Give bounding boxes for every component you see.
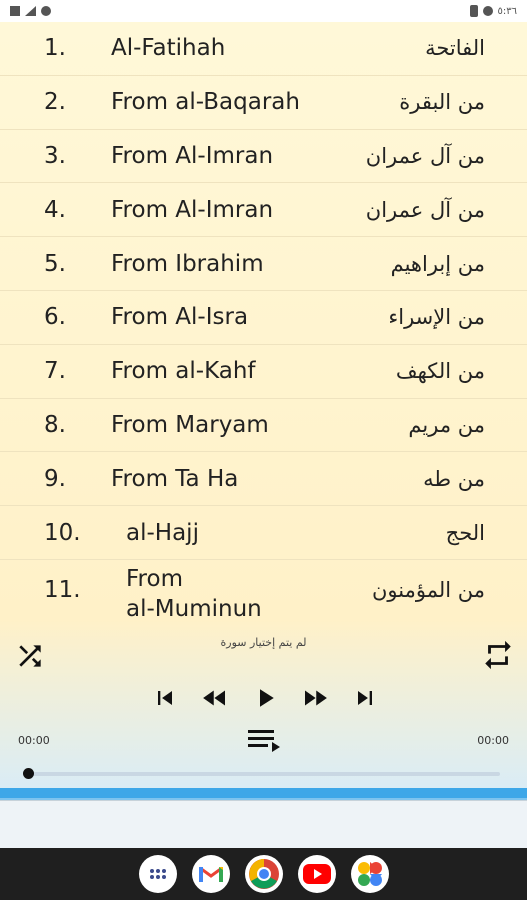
surah-number: 6. xyxy=(44,304,66,331)
surah-number: 4. xyxy=(44,196,66,223)
surah-english-name: From al-Muminun xyxy=(126,565,262,620)
surah-english-name: From Ta Ha xyxy=(111,465,239,492)
fast-forward-icon[interactable] xyxy=(300,683,330,713)
surah-english-name: From Maryam xyxy=(111,411,269,438)
surah-list[interactable]: 1. Al-Fatihah الفاتحة 2. From al-Baqarah… xyxy=(0,22,527,620)
app-dock xyxy=(0,848,527,900)
surah-arabic-name: من إبراهيم xyxy=(390,251,485,276)
battery-icon xyxy=(469,5,478,17)
clock-icon xyxy=(482,6,493,16)
surah-english-name: From Al-Imran xyxy=(111,142,274,169)
queue-music-icon[interactable] xyxy=(246,726,282,754)
surah-arabic-name: من مريم xyxy=(408,412,485,437)
play-icon[interactable] xyxy=(250,683,280,713)
wifi-icon xyxy=(41,6,51,16)
surah-arabic-name: من البقرة xyxy=(399,90,485,115)
surah-row[interactable]: 3. From Al-Imran من آل عمران xyxy=(0,130,527,184)
surah-row[interactable]: 6. From Al-Isra من الإسراء xyxy=(0,291,527,345)
time-elapsed: 00:00 xyxy=(18,734,50,747)
surah-number: 7. xyxy=(44,358,66,385)
surah-row[interactable]: 1. Al-Fatihah الفاتحة xyxy=(0,22,527,76)
surah-arabic-name: من آل عمران xyxy=(365,197,485,222)
surah-english-name: Al-Fatihah xyxy=(111,35,226,62)
surah-row[interactable]: 7. From al-Kahf من الكهف xyxy=(0,345,527,399)
surah-row[interactable]: 5. From Ibrahim من إبراهيم xyxy=(0,237,527,291)
status-bar: ٥:٣٦ xyxy=(0,0,527,22)
surah-number: 10. xyxy=(44,519,81,546)
status-icons-left xyxy=(10,6,51,16)
repeat-icon[interactable] xyxy=(481,638,515,672)
accent-divider xyxy=(0,788,527,800)
surah-row[interactable]: 4. From Al-Imran من آل عمران xyxy=(0,183,527,238)
surah-row[interactable]: 8. From Maryam من مريم xyxy=(0,399,527,453)
time-total: 00:00 xyxy=(477,734,509,747)
surah-english-name: From al-Baqarah xyxy=(111,89,300,116)
surah-english-name: From Al-Isra xyxy=(111,304,249,331)
surah-number: 1. xyxy=(44,35,66,62)
surah-english-name: From Al-Imran xyxy=(111,196,274,223)
surah-number: 5. xyxy=(44,250,66,277)
surah-arabic-name: الحج xyxy=(445,520,485,545)
status-icons-right: ٥:٣٦ xyxy=(469,5,517,17)
surah-arabic-name: من طه xyxy=(423,466,485,491)
seek-knob[interactable] xyxy=(23,768,34,779)
surah-english-name: From al-Kahf xyxy=(111,358,256,385)
gmail-icon[interactable] xyxy=(191,855,230,893)
rewind-icon[interactable] xyxy=(200,683,230,713)
surah-arabic-name: من الكهف xyxy=(395,359,485,384)
status-time: ٥:٣٦ xyxy=(497,5,517,17)
surah-number: 8. xyxy=(44,411,66,438)
surah-number: 11. xyxy=(44,577,81,604)
surah-number: 2. xyxy=(44,89,66,116)
surah-row[interactable]: 11. From al-Muminun من المؤمنون xyxy=(0,560,527,620)
skip-previous-icon[interactable] xyxy=(150,683,180,713)
apps-icon[interactable] xyxy=(138,855,177,893)
photos-icon[interactable] xyxy=(350,855,389,893)
notification-icon xyxy=(10,6,20,16)
signal-icon xyxy=(25,6,36,16)
surah-number: 9. xyxy=(44,465,66,492)
surah-english-name: From Ibrahim xyxy=(111,250,264,277)
surah-arabic-name: من الإسراء xyxy=(388,305,485,330)
surah-row[interactable]: 10. al-Hajj الحج xyxy=(0,506,527,560)
surah-row[interactable]: 2. From al-Baqarah من البقرة xyxy=(0,76,527,130)
banner-area xyxy=(0,800,527,848)
surah-number: 3. xyxy=(44,142,66,169)
surah-arabic-name: من المؤمنون xyxy=(372,578,485,603)
surah-row[interactable]: 9. From Ta Ha من طه xyxy=(0,452,527,507)
youtube-icon[interactable] xyxy=(297,855,336,893)
skip-next-icon[interactable] xyxy=(350,683,380,713)
surah-arabic-name: من آل عمران xyxy=(365,143,485,168)
chrome-icon[interactable] xyxy=(244,855,283,893)
seek-bar[interactable] xyxy=(23,768,500,779)
surah-arabic-name: الفاتحة xyxy=(425,36,485,61)
now-playing-label: لم يتم إختيار سورة xyxy=(220,636,307,649)
audio-player: لم يتم إختيار سورة 00:00 00:00 xyxy=(0,620,527,798)
playback-controls xyxy=(150,680,380,716)
surah-english-name: al-Hajj xyxy=(126,519,199,546)
